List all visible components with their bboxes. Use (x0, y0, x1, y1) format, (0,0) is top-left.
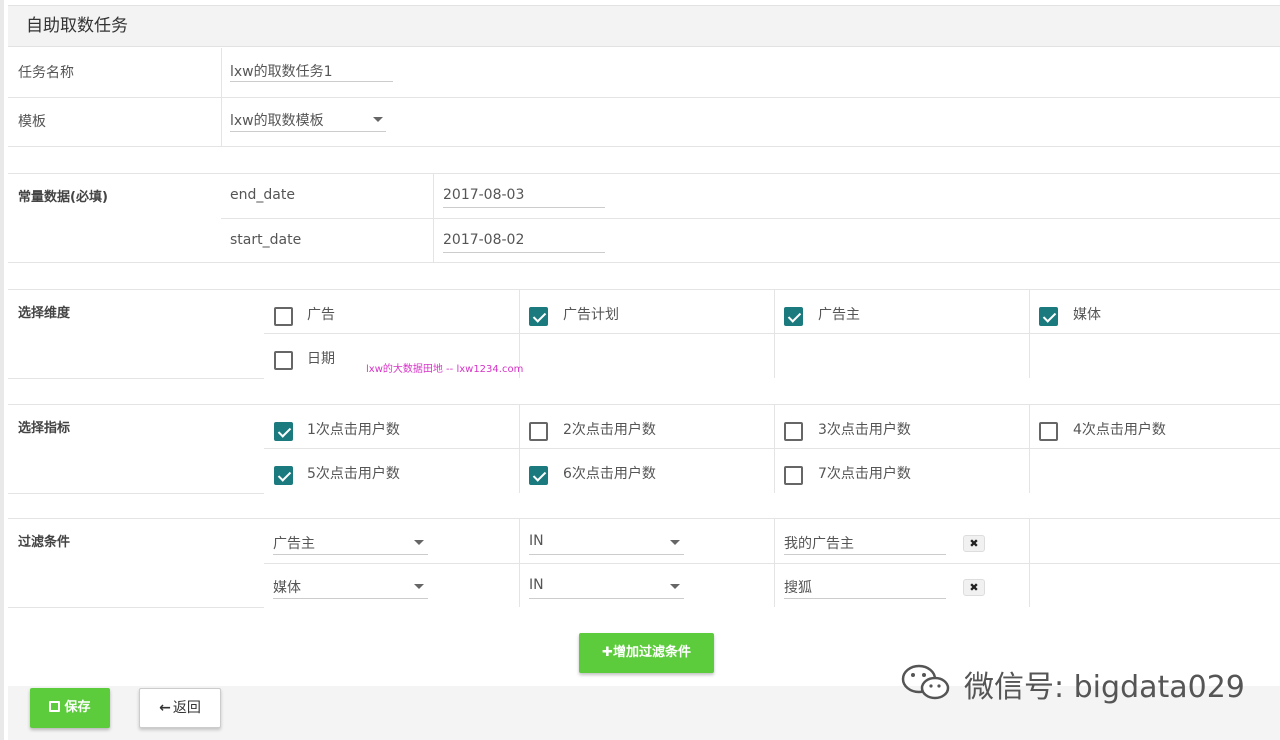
filter-2-op-dropdown-icon[interactable] (670, 584, 680, 589)
template-row: 模板 lxw的取数模板 (8, 98, 1280, 147)
checkbox-dim-date[interactable] (274, 351, 293, 370)
dim-date-label: 日期 (307, 351, 335, 367)
filter-2-value-input[interactable]: 搜狐 (784, 577, 812, 597)
dim-ad-plan-label: 广告计划 (563, 307, 619, 323)
back-button[interactable]: ← 返回 (139, 688, 221, 728)
filter-1-op-dropdown-icon[interactable] (670, 540, 680, 545)
checkbox-dim-ad-plan[interactable] (529, 307, 548, 326)
metric-2-label: 2次点击用户数 (563, 422, 656, 438)
template-label: 模板 (18, 114, 46, 130)
template-select[interactable]: lxw的取数模板 (230, 110, 324, 130)
save-button-label: 保存 (64, 700, 91, 715)
template-dropdown-icon[interactable] (373, 117, 383, 122)
metric-6-label: 6次点击用户数 (563, 466, 656, 482)
checkbox-dim-advertiser[interactable] (784, 307, 803, 326)
checkbox-metric-4[interactable] (1039, 422, 1058, 441)
filter-1-remove-button[interactable]: ✖ (963, 535, 985, 552)
filter-1-value-input[interactable]: 我的广告主 (784, 533, 854, 553)
checkbox-dim-media[interactable] (1039, 307, 1058, 326)
add-filter-button[interactable]: ✚增加过滤条件 (579, 633, 714, 673)
filter-1-field-dropdown-icon[interactable] (414, 540, 424, 545)
wechat-icon (901, 664, 950, 700)
checkbox-metric-3[interactable] (784, 422, 803, 441)
metric-3-label: 3次点击用户数 (818, 422, 911, 438)
constants-label: 常量数据(必填) (18, 190, 108, 205)
dim-media-label: 媒体 (1073, 307, 1101, 323)
back-button-label: 返回 (172, 700, 201, 716)
dimensions-label: 选择维度 (18, 306, 71, 321)
filter-2-field-select[interactable]: 媒体 (273, 577, 301, 597)
constant-value-end-date[interactable]: 2017-08-03 (443, 187, 524, 203)
wechat-watermark: 微信号: bigdata029 (964, 670, 1245, 705)
constant-key-end-date: end_date (230, 187, 295, 203)
constant-value-start-date[interactable]: 2017-08-02 (443, 232, 524, 248)
dimensions-section: 选择维度 广告 广告计划 广告主 媒体 日期 (8, 289, 1280, 379)
filter-2-op-select[interactable]: IN (529, 577, 544, 593)
task-name-row: 任务名称 lxw的取数任务1 (8, 48, 1280, 98)
filter-2-field-dropdown-icon[interactable] (414, 584, 424, 589)
arrow-left-icon: ← (159, 700, 171, 716)
metric-1-label: 1次点击用户数 (307, 422, 400, 438)
page: 自助取数任务 任务名称 lxw的取数任务1 模板 lxw的取数模板 常量数据(必… (0, 0, 1280, 740)
site-watermark: lxw的大数据田地 -- lxw1234.com (366, 364, 524, 375)
checkbox-metric-2[interactable] (529, 422, 548, 441)
dim-advertiser-label: 广告主 (818, 307, 860, 323)
checkbox-metric-6[interactable] (529, 466, 548, 485)
dim-ad-label: 广告 (307, 307, 335, 323)
checkbox-dim-ad[interactable] (274, 307, 293, 326)
metrics-label: 选择指标 (18, 421, 71, 436)
checkbox-metric-5[interactable] (274, 466, 293, 485)
metric-4-label: 4次点击用户数 (1073, 422, 1166, 438)
filter-1-op-select[interactable]: IN (529, 533, 544, 549)
checkbox-metric-7[interactable] (784, 466, 803, 485)
save-icon (49, 701, 61, 712)
metric-5-label: 5次点击用户数 (307, 466, 400, 482)
filters-section: 过滤条件 广告主 IN 我的广告主 ✖ 媒体 IN 搜狐 ✖ (8, 518, 1280, 608)
metric-7-label: 7次点击用户数 (818, 466, 911, 482)
metrics-section: 选择指标 1次点击用户数 2次点击用户数 3次点击用户数 4次点击用户数 5次点… (8, 404, 1280, 494)
constants-section: 常量数据(必填) end_date 2017-08-03 start_date … (8, 173, 1280, 263)
filter-1-field-select[interactable]: 广告主 (273, 533, 315, 553)
checkbox-metric-1[interactable] (274, 422, 293, 441)
filter-2-remove-button[interactable]: ✖ (963, 579, 985, 596)
panel-title: 自助取数任务 (8, 5, 1280, 47)
task-name-input[interactable]: lxw的取数任务1 (230, 61, 333, 81)
filters-label: 过滤条件 (18, 535, 71, 550)
task-name-label: 任务名称 (18, 65, 74, 81)
constant-key-start-date: start_date (230, 232, 302, 248)
save-button[interactable]: 保存 (30, 688, 110, 728)
